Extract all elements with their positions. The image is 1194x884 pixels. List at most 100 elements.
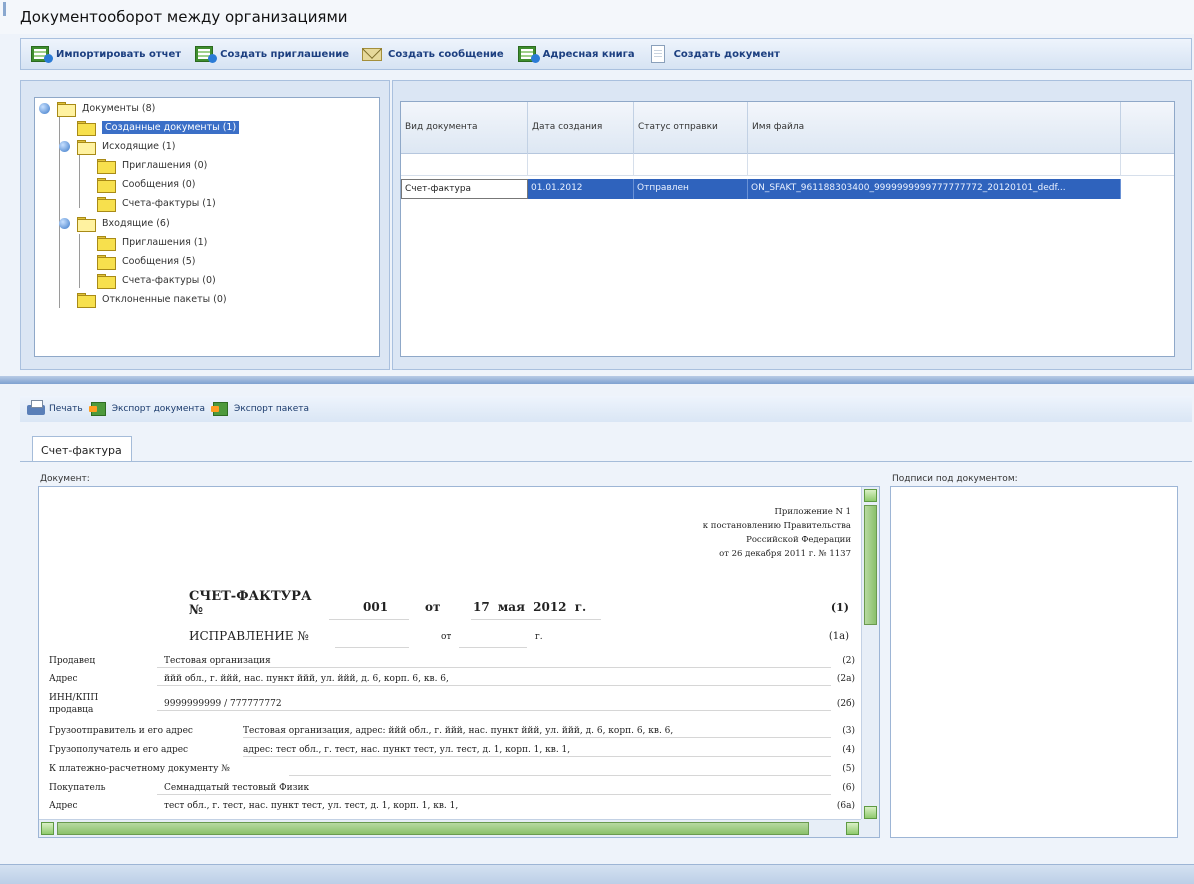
row-underline [157,685,831,686]
folder-icon [77,120,96,136]
annex-line: от 26 декабря 2011 г. № 1137 [719,549,851,559]
tree-item-documents[interactable]: Документы (8) [39,100,155,117]
import-report-icon [29,45,53,63]
create-message-button[interactable]: Создать сообщение [357,42,508,66]
cell-filename[interactable]: ON_SFAKT_961188303400_999999999977777777… [748,179,1121,199]
create-document-label: Создать документ [673,48,780,60]
filter-cell[interactable] [634,154,748,176]
cell-type[interactable]: Счет-фактура [401,179,528,199]
row-code: (6) [842,783,855,793]
column-header-filename[interactable]: Имя файла [748,102,1121,154]
create-invitation-label: Создать приглашение [220,48,350,60]
invoice-row-seller-inn: ИНН/КПП продавца 9999999999 / 777777772 … [49,692,855,720]
invoice-row-consignee: Грузополучатель и его адрес адрес: тест … [49,744,855,760]
column-header-status[interactable]: Статус отправки [634,102,748,154]
tree-item-label: Приглашения (1) [122,236,208,248]
folder-icon [97,254,116,270]
scroll-down-arrow-icon[interactable] [864,806,877,819]
folder-icon [97,196,116,212]
annex-note: Приложение N 1 к постановлению Правитель… [703,505,851,561]
row-key: Продавец [49,656,96,666]
create-document-button[interactable]: Создать документ [643,42,784,66]
tree-item-outgoing-invitations[interactable]: Приглашения (0) [97,157,207,174]
tab-invoice[interactable]: Счет-фактура [32,436,132,462]
invoice-date-prefix: от [425,600,441,614]
correction-label: ИСПРАВЛЕНИЕ № [189,629,309,643]
tree-item-created[interactable]: Созданные документы (1) [77,119,240,136]
row-underline [157,710,831,711]
document-toolbar: Печать Экспорт документа Экспорт пакета [20,396,1192,422]
annex-line: Российской Федерации [746,535,851,545]
underline [329,619,409,620]
folder-open-icon [77,139,96,155]
tree-item-label: Счета-фактуры (1) [122,197,216,209]
scroll-corner [861,819,879,837]
import-report-label: Импортировать отчет [56,48,182,60]
horizontal-scrollbar[interactable] [39,819,861,837]
column-header-type[interactable]: Вид документа [401,102,528,154]
signatures-list[interactable] [890,486,1178,838]
row-key: Грузополучатель и его адрес [49,745,189,755]
scroll-thumb[interactable] [864,505,877,625]
invoice-row-shipper: Грузоотправитель и его адрес Тестовая ор… [49,725,855,741]
tree-item-outgoing[interactable]: Исходящие (1) [59,138,176,155]
row-code: (4) [842,745,855,755]
expand-icon[interactable] [59,141,70,152]
tree-item-label: Входящие (6) [102,217,170,229]
column-header-date[interactable]: Дата создания [528,102,634,154]
tree-item-rejected[interactable]: Отклоненные пакеты (0) [77,291,227,308]
invoice-row-payment-doc: К платежно-расчетному документу № (5) [49,763,855,779]
tree-item-incoming-invoices[interactable]: Счета-фактуры (0) [97,272,216,289]
tree-item-incoming-invitations[interactable]: Приглашения (1) [97,234,208,251]
documents-grid[interactable]: Вид документа Дата создания Статус отпра… [400,101,1175,357]
tree-item-incoming[interactable]: Входящие (6) [59,215,170,232]
export-package-button[interactable]: Экспорт пакета [211,401,309,417]
scroll-thumb[interactable] [57,822,809,835]
filter-cell[interactable] [401,154,528,176]
annex-line: Приложение N 1 [774,507,852,517]
app-title: Документооборот между организациями [20,8,348,26]
import-report-button[interactable]: Импортировать отчет [25,42,185,66]
filter-cell[interactable] [748,154,1121,176]
row-key: Адрес [49,674,78,684]
tree-item-label: Исходящие (1) [102,140,176,152]
address-book-button[interactable]: Адресная книга [512,42,639,66]
document-preview[interactable]: Приложение N 1 к постановлению Правитель… [38,486,880,838]
expand-icon[interactable] [59,218,70,229]
row-key: Адрес [49,801,78,811]
export-document-button[interactable]: Экспорт документа [88,401,206,417]
tree-item-outgoing-messages[interactable]: Сообщения (0) [97,176,196,193]
filter-cell[interactable] [528,154,634,176]
create-invitation-button[interactable]: Создать приглашение [189,42,353,66]
print-button[interactable]: Печать [26,400,83,417]
create-message-label: Создать сообщение [388,48,504,60]
printer-icon [26,400,46,417]
grid-filter-row[interactable] [401,154,1174,176]
row-key: Грузоотправитель и его адрес [49,726,193,736]
scroll-right-arrow-icon[interactable] [846,822,859,835]
create-invitation-icon [193,45,218,63]
invoice-title: СЧЕТ-ФАКТУРА № [189,589,312,618]
row-underline [243,737,831,738]
folder-icon [97,235,116,251]
tree-item-incoming-messages[interactable]: Сообщения (5) [97,253,196,270]
export-document-icon [88,401,109,417]
cell-date[interactable]: 01.01.2012 [528,179,634,199]
cell-status[interactable]: Отправлен [634,179,748,199]
row-key: ИНН/КПП продавца [49,693,99,715]
table-row[interactable]: Счет-фактура 01.01.2012 Отправлен ON_SFA… [401,179,1121,199]
tree-item-outgoing-invoices[interactable]: Счета-фактуры (1) [97,195,216,212]
folder-tree[interactable]: Документы (8) Созданные документы (1) Ис… [34,97,380,357]
create-document-icon [647,45,671,63]
address-book-icon [516,45,540,63]
vertical-scrollbar[interactable] [861,487,879,821]
scroll-up-arrow-icon[interactable] [864,489,877,502]
underline [459,647,527,648]
expand-icon[interactable] [39,103,50,114]
print-label: Печать [49,404,83,414]
horizontal-splitter[interactable] [0,376,1194,384]
invoice-number: 001 [363,600,389,614]
scroll-left-arrow-icon[interactable] [41,822,54,835]
export-document-label: Экспорт документа [111,404,206,414]
folder-icon [97,158,116,174]
